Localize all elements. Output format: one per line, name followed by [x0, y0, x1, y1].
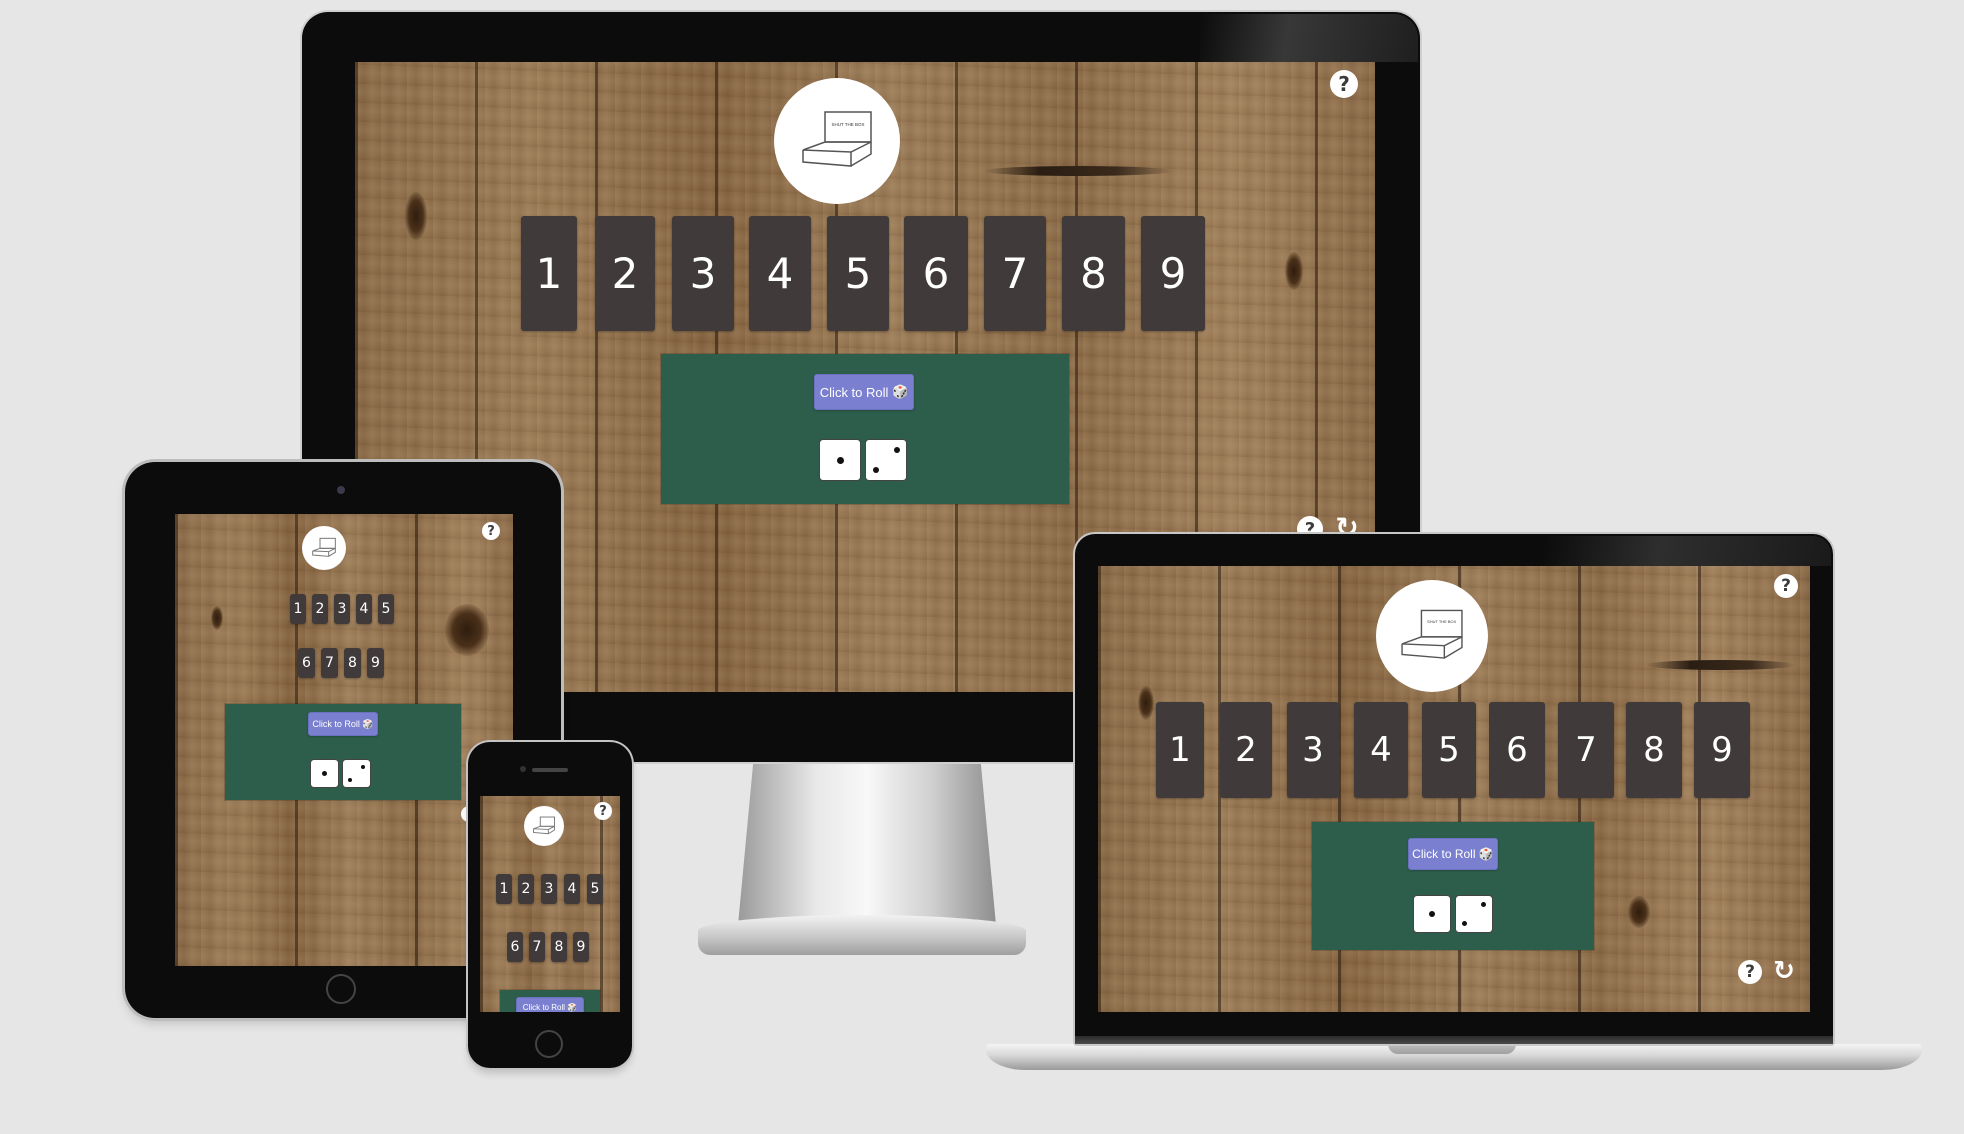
refresh-icon[interactable]: ↻ — [1769, 956, 1799, 986]
tile-5[interactable]: 5 — [1422, 702, 1476, 798]
die-pip — [1462, 921, 1467, 926]
laptop-screen: SHUT THE BOX ? 1 2 3 4 5 6 7 8 9 Click t… — [1098, 566, 1810, 1012]
laptop: SHUT THE BOX ? 1 2 3 4 5 6 7 8 9 Click t… — [0, 0, 1964, 1134]
wood-knot — [1138, 686, 1154, 720]
dice-panel: Click to Roll 🎲 — [1312, 822, 1594, 950]
laptop-hinge — [1075, 1036, 1833, 1044]
die-pip — [1481, 902, 1486, 907]
box-logo-icon: SHUT THE BOX — [1401, 609, 1463, 659]
tile-6[interactable]: 6 — [1489, 702, 1545, 798]
help-icon[interactable]: ? — [1774, 574, 1798, 598]
tile-7[interactable]: 7 — [1558, 702, 1614, 798]
dice-icon: 🎲 — [1478, 847, 1494, 861]
roll-button[interactable]: Click to Roll 🎲 — [1408, 838, 1498, 870]
die-2 — [1456, 896, 1492, 932]
die-pip — [1429, 911, 1435, 917]
wood-knot — [1628, 896, 1650, 928]
die-1 — [1414, 896, 1450, 932]
tile-8[interactable]: 8 — [1626, 702, 1682, 798]
tile-1[interactable]: 1 — [1156, 702, 1204, 798]
roll-button-label: Click to Roll — [1412, 847, 1476, 861]
laptop-notch — [1388, 1044, 1516, 1054]
tile-2[interactable]: 2 — [1220, 702, 1272, 798]
laptop-glare — [1545, 536, 1831, 566]
footer-help-icon[interactable]: ? — [1738, 960, 1762, 984]
tile-4[interactable]: 4 — [1354, 702, 1408, 798]
logo-text: SHUT THE BOX — [1427, 619, 1456, 624]
wood-crack — [1646, 660, 1796, 670]
tile-3[interactable]: 3 — [1287, 702, 1339, 798]
tile-9[interactable]: 9 — [1694, 702, 1750, 798]
game-logo: SHUT THE BOX — [1376, 580, 1488, 692]
